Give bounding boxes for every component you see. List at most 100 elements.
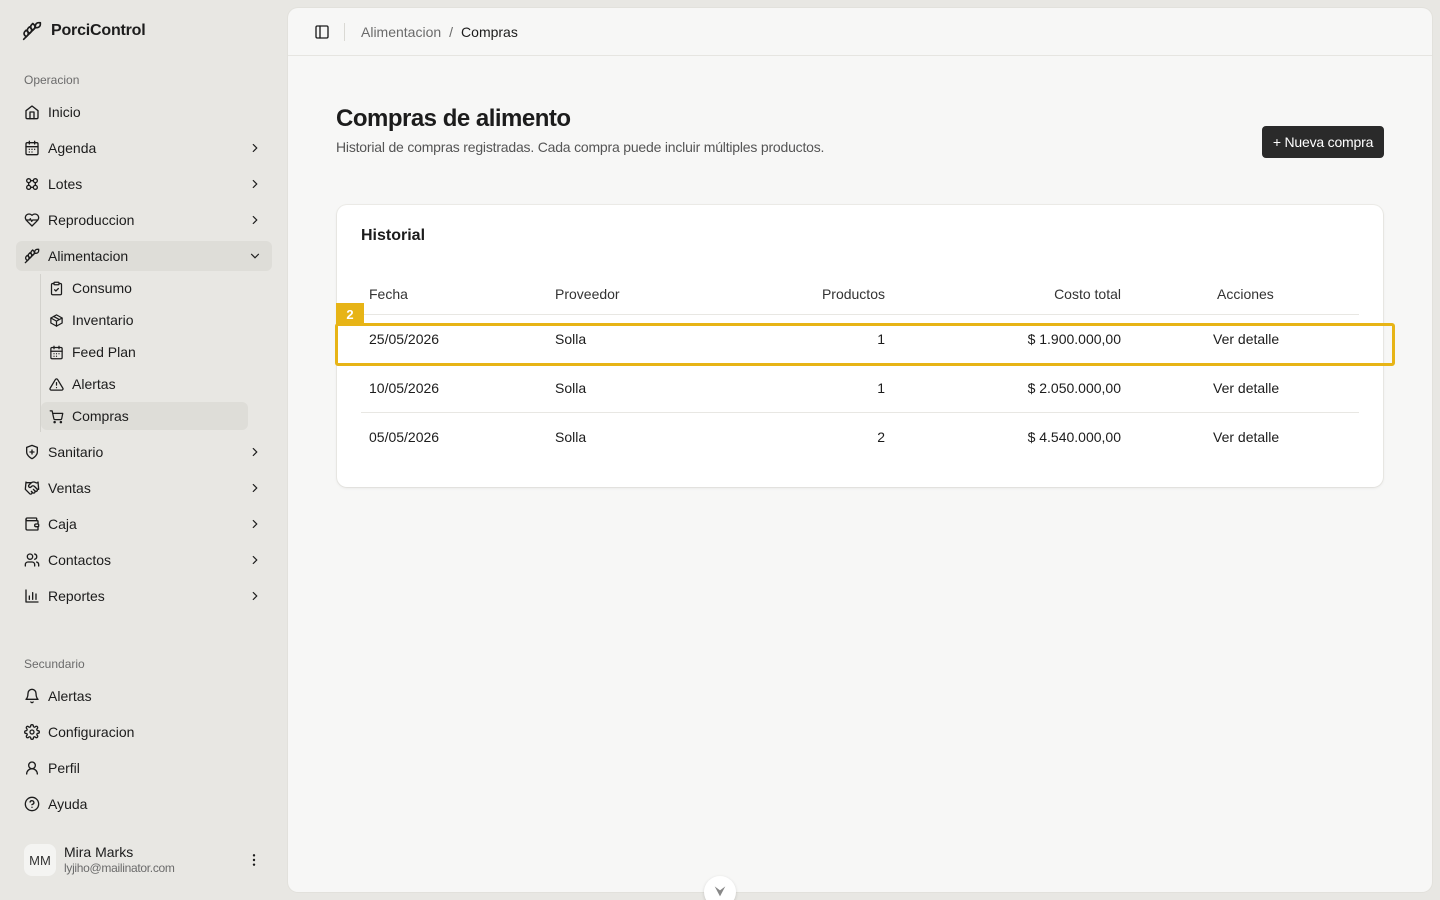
calendar-icon: [50, 345, 63, 359]
sidebar-item-label: Reportes: [48, 588, 105, 604]
clipboard-check-icon: [50, 281, 63, 295]
table-header: Fecha Proveedor Productos Costo total Ac…: [361, 275, 1359, 315]
page-title: Compras de alimento: [336, 105, 571, 132]
column-header-acciones: Acciones: [1217, 286, 1274, 302]
sidebar-subitem-label: Alertas: [72, 376, 116, 392]
chevron-right-icon: [252, 591, 258, 601]
sidebar-subitem-alertas[interactable]: Alertas: [41, 370, 248, 398]
sidebar-subitem-feed-plan[interactable]: Feed Plan: [41, 338, 248, 366]
main-panel: Alimentacion / Compras Compras de alimen…: [288, 8, 1432, 892]
cell-proveedor: Solla: [555, 429, 587, 445]
package-icon: [50, 313, 63, 327]
pig-logo-icon: [22, 21, 42, 41]
breadcrumb-current: Compras: [461, 23, 518, 40]
table-row[interactable]: 05/05/2026 Solla 2 $ 4.540.000,00 Ver de…: [361, 413, 1359, 462]
users-icon: [24, 553, 40, 567]
cell-fecha: 05/05/2026: [369, 429, 440, 445]
sidebar-subitem-consumo[interactable]: Consumo: [41, 274, 248, 302]
view-detail-link[interactable]: Ver detalle: [1213, 331, 1279, 347]
history-card: Historial Fecha Proveedor Productos Cost…: [337, 205, 1383, 487]
sidebar-item-caja[interactable]: Caja: [16, 509, 272, 539]
sidebar-item-contactos[interactable]: Contactos: [16, 545, 272, 575]
column-header-fecha[interactable]: Fecha: [369, 286, 408, 302]
group-label-secundario: Secundario: [24, 657, 85, 671]
sidebar-item-label: Ventas: [48, 480, 91, 496]
sidebar-item-alertas[interactable]: Alertas: [16, 681, 272, 711]
user-info: Mira Marks lyjiho@mailinator.com: [64, 844, 175, 876]
sidebar-item-label: Configuracion: [48, 724, 135, 740]
chevron-down-icon: [714, 886, 726, 897]
cell-proveedor: Solla: [555, 331, 587, 347]
cell-fecha: 10/05/2026: [369, 380, 440, 396]
sidebar-item-label: Agenda: [48, 140, 97, 156]
more-vertical-icon[interactable]: [246, 852, 262, 868]
new-purchase-button[interactable]: + Nueva compra: [1262, 126, 1384, 158]
cell-productos: 1: [877, 380, 885, 396]
view-detail-link[interactable]: Ver detalle: [1213, 380, 1279, 396]
sidebar-item-label: Alimentacion: [48, 248, 129, 264]
calendar-icon: [25, 140, 39, 156]
handshake-icon: [24, 481, 40, 495]
brand[interactable]: PorciControl: [22, 21, 146, 41]
sidebar-item-label: Alertas: [48, 688, 92, 704]
column-header-productos[interactable]: Productos: [822, 286, 885, 302]
sidebar-subitem-inventario[interactable]: Inventario: [41, 306, 248, 334]
chevron-down-icon: [250, 253, 260, 259]
cell-productos: 1: [877, 331, 885, 347]
shield-plus-icon: [26, 444, 38, 460]
view-detail-link[interactable]: Ver detalle: [1213, 429, 1279, 445]
sidebar-item-alimentacion[interactable]: Alimentacion: [16, 241, 272, 271]
chevron-right-icon: [252, 179, 258, 189]
sidebar-item-ayuda[interactable]: Ayuda: [16, 789, 272, 819]
sidebar-item-label: Reproduccion: [48, 212, 135, 228]
user-email: lyjiho@mailinator.com: [64, 861, 175, 875]
warning-triangle-icon: [49, 377, 64, 391]
cell-costo-total: $ 4.540.000,00: [1027, 429, 1121, 445]
history-title: Historial: [361, 227, 426, 244]
sidebar: PorciControl Operacion Inicio Agenda Lot…: [0, 0, 288, 900]
sidebar-item-inicio[interactable]: Inicio: [16, 97, 272, 127]
purchases-table: Fecha Proveedor Productos Costo total Ac…: [361, 275, 1359, 462]
top-bar: Alimentacion / Compras: [288, 8, 1432, 56]
cell-proveedor: Solla: [555, 380, 587, 396]
chevron-right-icon: [252, 215, 258, 225]
breadcrumb-alimentacion[interactable]: Alimentacion: [361, 24, 441, 40]
sidebar-toggle-icon[interactable]: [314, 24, 330, 40]
shopping-cart-icon: [49, 409, 64, 423]
sidebar-item-reproduccion[interactable]: Reproduccion: [16, 205, 272, 235]
sidebar-item-configuracion[interactable]: Configuracion: [16, 717, 272, 747]
table-row[interactable]: 10/05/2026 Solla 1 $ 2.050.000,00 Ver de…: [361, 364, 1359, 413]
column-header-proveedor[interactable]: Proveedor: [555, 286, 620, 302]
breadcrumb: Alimentacion / Compras: [361, 24, 518, 40]
avatar: MM: [24, 844, 56, 876]
sidebar-subitem-compras[interactable]: Compras: [41, 402, 248, 430]
sidebar-item-reportes[interactable]: Reportes: [16, 581, 272, 611]
chevron-right-icon: [252, 143, 258, 153]
user-icon: [26, 761, 38, 775]
sidebar-item-lotes[interactable]: Lotes: [16, 169, 272, 199]
sidebar-item-sanitario[interactable]: Sanitario: [16, 437, 272, 467]
sidebar-subitem-label: Compras: [72, 408, 129, 424]
chevron-right-icon: [252, 519, 258, 529]
bar-chart-icon: [25, 589, 39, 603]
heart-pulse-icon: [24, 213, 40, 227]
sidebar-subitem-label: Inventario: [72, 312, 134, 328]
chevron-right-icon: [252, 483, 258, 493]
sidebar-item-perfil[interactable]: Perfil: [16, 753, 272, 783]
sidebar-item-label: Sanitario: [48, 444, 104, 460]
wallet-icon: [25, 517, 40, 531]
table-row[interactable]: 25/05/2026 Solla 1 $ 1.900.000,00 Ver de…: [361, 315, 1359, 364]
cell-costo-total: $ 1.900.000,00: [1027, 331, 1121, 347]
user-profile[interactable]: MM Mira Marks lyjiho@mailinator.com: [16, 838, 272, 882]
cell-productos: 2: [877, 429, 885, 445]
sidebar-subitem-label: Feed Plan: [72, 344, 136, 360]
breadcrumb-separator: /: [449, 23, 454, 40]
group-label-operacion: Operacion: [24, 73, 80, 87]
help-circle-icon: [24, 796, 40, 812]
column-header-costo-total[interactable]: Costo total: [1054, 286, 1121, 302]
scroll-down-button[interactable]: [704, 876, 736, 900]
sidebar-item-agenda[interactable]: Agenda: [16, 133, 272, 163]
chevron-right-icon: [252, 555, 258, 565]
home-icon: [25, 105, 39, 120]
sidebar-item-ventas[interactable]: Ventas: [16, 473, 272, 503]
